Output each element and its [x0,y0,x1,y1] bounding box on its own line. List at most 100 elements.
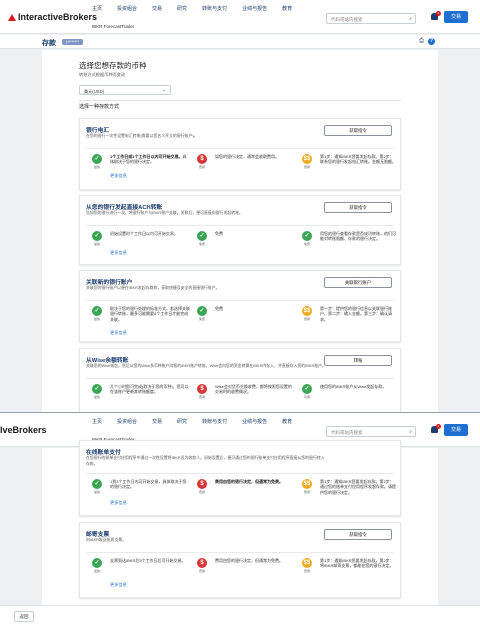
help-icon[interactable]: ? [428,38,435,45]
account-badge: U******* [62,39,84,45]
method-card-check: 邮寄支票 向IBKR发送纸质支票。 获取指令 ✓ 最快 支票到达IBKR后5个工… [79,522,401,598]
steps-text: 第一步：提供您的银行信息以关联银行账户。第二步：输入金额。第三步：确认请求。 [320,306,392,322]
nav-item-trade[interactable]: 交易 [152,418,162,425]
brand-logo[interactable]: lveBrokers [0,425,47,435]
speed-label: 最快 [93,490,100,494]
speed-label: 最快 [93,165,100,169]
notification-bell-icon[interactable]: 1 [430,424,441,434]
nav-item-research[interactable]: 研究 [177,418,187,425]
deposit-panel: 在线账单支付 在您银行的账单支付应用程序中通过一次性设置将IBKR设为收款人。初… [42,440,438,613]
method-card-ach: 从您的银行发起直接ACH转账 告知您的银行进行一次，将银行账户与IBKR账户关联… [79,195,401,265]
more-info-link[interactable]: 更多信息 [110,582,127,588]
fee-label: 费用 [198,490,205,494]
search-input[interactable]: 代码或站内搜索 ⌕ [326,426,416,437]
fee-label: 费用 [303,490,310,494]
link-bank-button[interactable]: 关联银行账户 [324,277,392,288]
screenshot-frame-bottom: lveBrokers 主页投资组合交易研究转账与支付业绩与报告教育 IBKR F… [0,412,480,629]
nav-item-trade[interactable]: 交易 [152,5,162,12]
divider [79,100,401,101]
speed-label: 最快 [93,569,100,573]
dollar-icon: $$ [302,306,312,316]
get-instructions-button[interactable]: 获取指令 [324,125,392,136]
nav-item-research[interactable]: 研究 [177,5,187,12]
nav-item-transfer[interactable]: 转账与支付 [202,5,227,12]
fee-text: 免费 [215,231,223,236]
fee-label: 费用 [303,317,310,321]
steps-text: 第1步：通知IBKR您要发起存款。第2步：将IBKR邮寄支票，都能在您的银行决定… [320,558,394,569]
back-button[interactable]: 返回 [14,611,34,622]
nav-item-transfer[interactable]: 转账与支付 [202,418,227,425]
speed-text: 1到3个工作日内可开始交易，具体取决于您的银行决定。 [110,479,187,490]
card-description: 关联您的银行账户以便在IBKR发起存取款，获取快捷及安全的直接银行账户。 [86,285,220,290]
search-icon: ⌕ [409,429,412,435]
transfer-button[interactable]: 转账 [324,355,392,366]
nav-item-portfolio[interactable]: 投资组合 [117,5,137,12]
check-icon: ✓ [92,479,102,489]
more-info-link[interactable]: 更多信息 [110,250,127,256]
chevron-down-icon: ⌄ [161,87,166,93]
fee-text: 免费 [215,306,223,311]
get-instructions-button[interactable]: 获取指令 [324,202,392,213]
nav-item-home[interactable]: 主页 [92,418,102,425]
check-icon: ✓ [92,306,102,316]
check-icon: ✓ [302,384,312,394]
method-card-bill-pay: 在线账单支付 在您银行的账单支付应用程序中通过一次性设置将IBKR设为收款人。初… [79,440,401,516]
card-description: 告知您的银行进行一次，将银行账户与IBKR账户关联。关联后，便可直接向银行发起转… [86,210,243,215]
dollar-icon: $ [197,384,207,394]
top-navigation-bar: InteractiveBrokers 主页 投资组合 交易 研究 转账与支付 业绩与报告教… [0,0,480,34]
speed-label: 最快 [93,317,100,321]
divider [86,473,394,474]
nav-item-reports[interactable]: 业绩与报告 [242,5,267,12]
check-icon: ✓ [197,306,207,316]
notification-count-badge: 1 [436,11,441,16]
logo-mark-icon [8,14,16,21]
steps-text: 使用您的IBKR账户从Wise发起存款。 [320,384,387,389]
fee-text: 费用由您的银行决定，但通常为免费。 [215,558,283,563]
nav-item-education[interactable]: 教育 [282,418,292,425]
check-icon: ✓ [92,558,102,568]
page-title: 存款 [42,40,56,47]
method-card-wire: 银行电汇 在您的银行一次性设置电汇转账(需要以您名义开立的银行账户)。 获取指令… [79,118,401,190]
method-heading: 选择一种存款方式 [79,104,120,110]
trade-button[interactable]: 交易 [444,424,468,436]
speed-text: 几个小时即可完成(取决于您的币种)，您可以在该账户更新其转账额度。 [110,384,189,395]
dollar-icon: $ [197,154,207,164]
check-icon: ✓ [92,231,102,241]
method-card-link-bank: 关联新的银行账户 关联您的银行账户以便在IBKR发起存取款，获取快捷及安全的直接… [79,270,401,342]
steps-text: 第1步：通知IBKR您要发起存款。第2步：联系您的银行发起电汇转账。金额无限额。 [320,154,396,165]
page-title-bar: 存款 U******* ⎙ ? [0,35,480,49]
dollar-icon: $ [197,558,207,568]
notification-bell-icon[interactable]: 1 [430,11,441,21]
speed-label: 最快 [93,395,100,399]
more-info-link[interactable]: 更多信息 [110,500,127,506]
card-description: 向IBKR发送纸质支票。 [86,537,127,542]
fee-label: 免费 [198,317,205,321]
divider [86,552,394,553]
get-instructions-button[interactable]: 获取指令 [324,529,392,540]
currency-select[interactable]: 美元(USD) ⌄ [79,85,171,95]
brand-logo[interactable]: InteractiveBrokers [8,12,97,22]
nav-item-reports[interactable]: 业绩与报告 [242,418,267,425]
search-input[interactable]: 代码或站内搜索 ⌕ [326,13,416,24]
dollar-icon: $$ [302,154,312,164]
trade-button[interactable]: 交易 [444,11,468,23]
fee-label: 费用 [303,165,310,169]
more-info-link[interactable]: 更多信息 [110,330,127,336]
speed-text: 支票到达IBKR后5个工作日后可开始交易。 [110,558,186,563]
steps-text: 第1步：通知IBKR您要发起存款。第2步：通过您的账单支付应用程序发起存款。请提… [320,479,396,495]
currency-heading: 选择您想存款的币种 [79,61,147,70]
steps-text: 用您的银行查看存款是否成功转账，他们可能对转账限额、存款的银行决定。 [320,231,396,242]
currency-hint: 转账方式根据币种而变动 [79,72,126,77]
print-icon[interactable]: ⎙ [418,38,425,45]
card-description: 在您银行的账单支付应用程序中通过一次性设置将IBKR设为收款人。初始设置后，便可… [86,455,325,466]
nav-item-home[interactable]: 主页 [92,5,102,12]
speed-label: 最快 [93,242,100,246]
footer-bar: 返回 [0,605,480,629]
subnav-forecasttrader[interactable]: IBKR ForecastTrader [92,24,134,29]
nav-item-portfolio[interactable]: 投资组合 [117,418,137,425]
check-icon: ✓ [92,384,102,394]
dollar-icon: $ [197,479,207,489]
more-info-link[interactable]: 更多信息 [110,173,127,179]
nav-item-education[interactable]: 教育 [282,5,292,12]
fee-label: 费用 [198,569,205,573]
